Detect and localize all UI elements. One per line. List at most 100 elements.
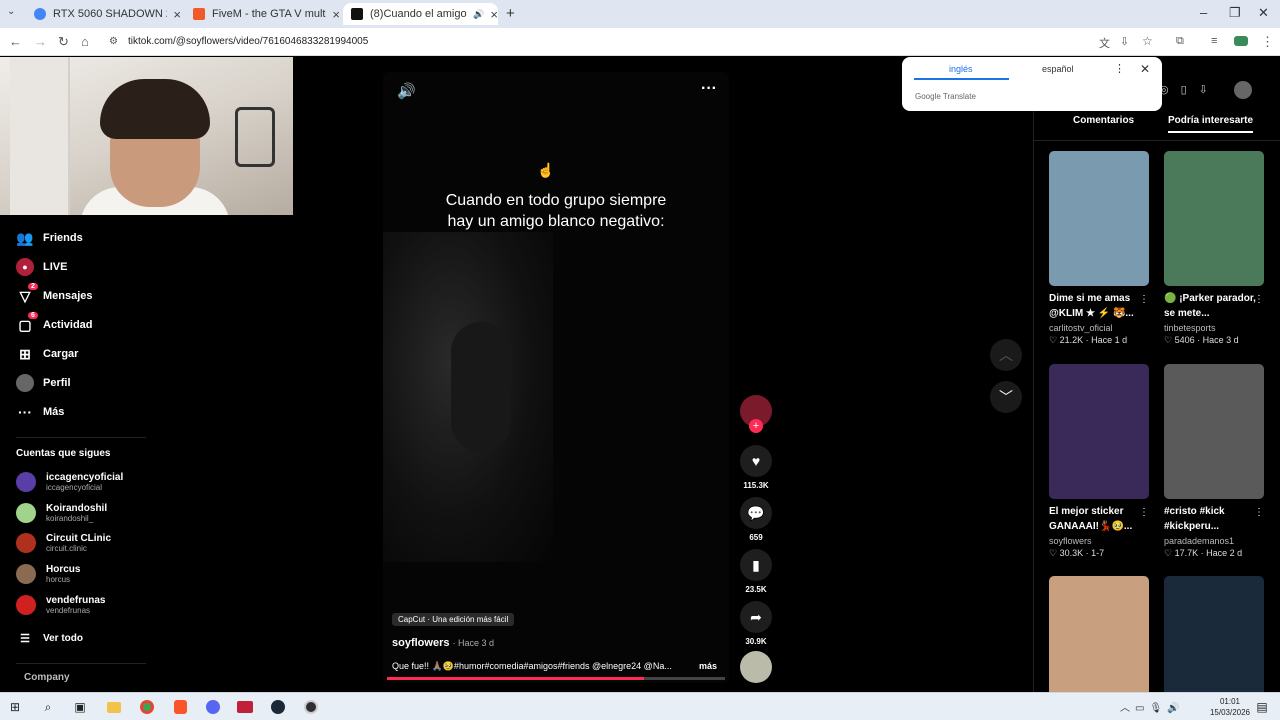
search-icon[interactable]: ⌕ [38,697,58,717]
sidebar-item-profile[interactable]: Perfil [16,374,71,392]
restore-button[interactable]: ❐ [1229,5,1241,21]
previous-video-button[interactable]: ︿ [990,339,1022,371]
url-input[interactable]: tiktok.com/@soyflowers/video/76160468332… [128,36,368,47]
target-language-tab[interactable]: español [1042,64,1074,74]
audio-icon[interactable]: 🔊 [473,9,484,20]
divider [16,437,146,438]
more-link[interactable]: más [699,661,717,671]
sidebar-item-friends[interactable]: 👥 Friends [16,229,82,247]
close-tab-icon[interactable]: × [490,7,498,22]
account-item[interactable]: iccagencyoficial iccagencyoficial [16,472,123,492]
video-thumbnail[interactable] [1164,364,1264,499]
minimize-button[interactable]: – [1200,5,1207,20]
kebab-menu-icon[interactable]: ⋮ [1254,507,1264,518]
install-icon[interactable]: ⇩ [1120,35,1129,48]
sidebar-item-upload[interactable]: ⊞ Cargar [16,345,78,363]
reload-icon[interactable]: ↻ [58,34,69,50]
close-icon[interactable]: ✕ [1140,62,1150,76]
notifications-icon[interactable]: ▤ [1252,697,1272,717]
app-icon[interactable] [235,697,255,717]
video-player[interactable]: 🔊 ··· Cuando en todo grupo siempre hay u… [383,72,729,683]
file-explorer-icon[interactable] [104,697,124,717]
translate-icon[interactable]: 文 [1099,35,1110,51]
video-progress-bar[interactable] [387,677,725,680]
profile-avatar-icon[interactable] [1234,36,1248,46]
company-link[interactable]: Company [24,672,70,683]
system-tray-icons[interactable]: ︿▭🎙🔊 [1120,699,1185,714]
card-user[interactable]: carlitostv_oficial [1049,323,1153,333]
tab-fivem[interactable]: FiveM - the GTA V multiplayer × [185,3,340,25]
chrome-icon[interactable] [137,697,157,717]
brave-icon[interactable] [170,697,190,717]
music-disc-button[interactable] [739,651,773,683]
translate-options-icon[interactable]: ⋮ [1114,62,1125,75]
video-description: Que fue!! 🙏🏽🥹#humor#comedia#amigos#frien… [392,661,717,672]
extensions-icon[interactable]: ⧉ [1176,35,1184,48]
recommended-video-card[interactable]: Dime si me amas @KLIM ★ ⚡ 🐯... carlitost… [1049,151,1153,346]
capcut-badge[interactable]: CapCut · Una edición más fácil [392,613,515,626]
kebab-menu-icon[interactable]: ⋮ [1254,294,1264,305]
tab-rtx[interactable]: RTX 5060 SHADOWN 2X - Busc × [26,3,181,25]
account-item[interactable]: Koirandoshil koirandoshil_ [16,503,107,523]
author-avatar-button[interactable]: + [739,395,773,433]
sidebar-item-more[interactable]: ··· Más [16,403,64,421]
save-button[interactable]: ▮ 23.5K [739,549,773,594]
video-thumbnail[interactable] [1049,151,1149,286]
video-thumbnail[interactable] [1049,364,1149,499]
tab-comments[interactable]: Comentarios [1073,115,1134,126]
recommended-video-card[interactable]: 🟢 ¡Parker parador, se mete... tinbetespo… [1164,151,1268,346]
reading-list-icon[interactable]: ≡ [1211,35,1217,47]
system-clock[interactable]: 01:01 15/03/2026 [1210,696,1250,718]
like-button[interactable]: ♥ 115.3K [739,445,773,490]
steam-icon[interactable] [268,697,288,717]
comment-button[interactable]: 💬 659 [739,497,773,542]
share-button[interactable]: ➦ 30.9K [739,601,773,646]
close-tab-icon[interactable]: × [173,7,181,22]
following-title: Cuentas que sigues [16,448,111,459]
browser-menu-icon[interactable]: ⋮ [1261,34,1274,50]
home-icon[interactable]: ⌂ [81,34,89,49]
messages-badge: 2 [28,283,38,290]
discord-icon[interactable] [203,697,223,717]
task-view-icon[interactable]: ▣ [70,697,90,717]
sidebar-item-live[interactable]: ● LIVE [16,258,67,276]
account-item[interactable]: Circuit CLinic circuit.clinic [16,533,111,553]
recommended-video-card[interactable] [1049,576,1153,711]
video-thumbnail[interactable] [1164,151,1264,286]
activity-badge: 6 [28,312,38,319]
obs-icon[interactable] [301,697,321,717]
close-window-button[interactable]: ✕ [1258,5,1269,21]
video-thumbnail[interactable] [1049,576,1149,711]
card-user[interactable]: soyflowers [1049,536,1153,546]
sidebar-item-activity[interactable]: ▢ Actividad 6 [16,312,93,334]
tab-list-button[interactable]: ⌄ [7,6,15,17]
tab-recommended[interactable]: Podría interesarte [1168,115,1254,133]
user-avatar[interactable] [1234,81,1252,99]
windows-start-icon[interactable]: ⊞ [5,697,25,717]
account-item[interactable]: Horcus horcus [16,564,80,584]
next-video-button[interactable]: ﹀ [990,381,1022,413]
see-all-button[interactable]: ☰ Ver todo [16,629,83,647]
kebab-menu-icon[interactable]: ⋮ [1139,507,1149,518]
bookmark-star-icon[interactable]: ☆ [1142,34,1153,48]
sidebar-item-messages[interactable]: ▽ Mensajes 2 [16,283,93,305]
back-icon[interactable]: ← [9,34,22,49]
site-info-icon[interactable]: ⚙ [109,36,118,47]
account-item[interactable]: vendefrunas vendefrunas [16,595,105,615]
kebab-menu-icon[interactable]: ⋮ [1139,294,1149,305]
video-author[interactable]: soyflowers · Hace 3 d [392,637,494,649]
recommended-video-card[interactable] [1164,576,1268,711]
volume-icon[interactable]: 🔊 [397,82,416,100]
forward-icon[interactable]: → [34,34,47,49]
card-user[interactable]: paradademanos1 [1164,536,1268,546]
follow-plus-icon[interactable]: + [749,419,763,433]
recommended-video-card[interactable]: #cristo #kick #kickperu... paradademanos… [1164,364,1268,559]
more-options-icon[interactable]: ··· [701,80,717,98]
tab-tiktok[interactable]: (8)Cuando el amigo negativ 🔊 × [343,3,498,25]
card-user[interactable]: tinbetesports [1164,323,1268,333]
source-language-tab[interactable]: inglés [949,64,973,74]
recommended-video-card[interactable]: El mejor sticker GANAAAI!💃🏽🥹... soyflowe… [1049,364,1153,559]
new-tab-button[interactable]: + [506,5,515,22]
close-tab-icon[interactable]: × [332,7,340,22]
video-thumbnail[interactable] [1164,576,1264,711]
